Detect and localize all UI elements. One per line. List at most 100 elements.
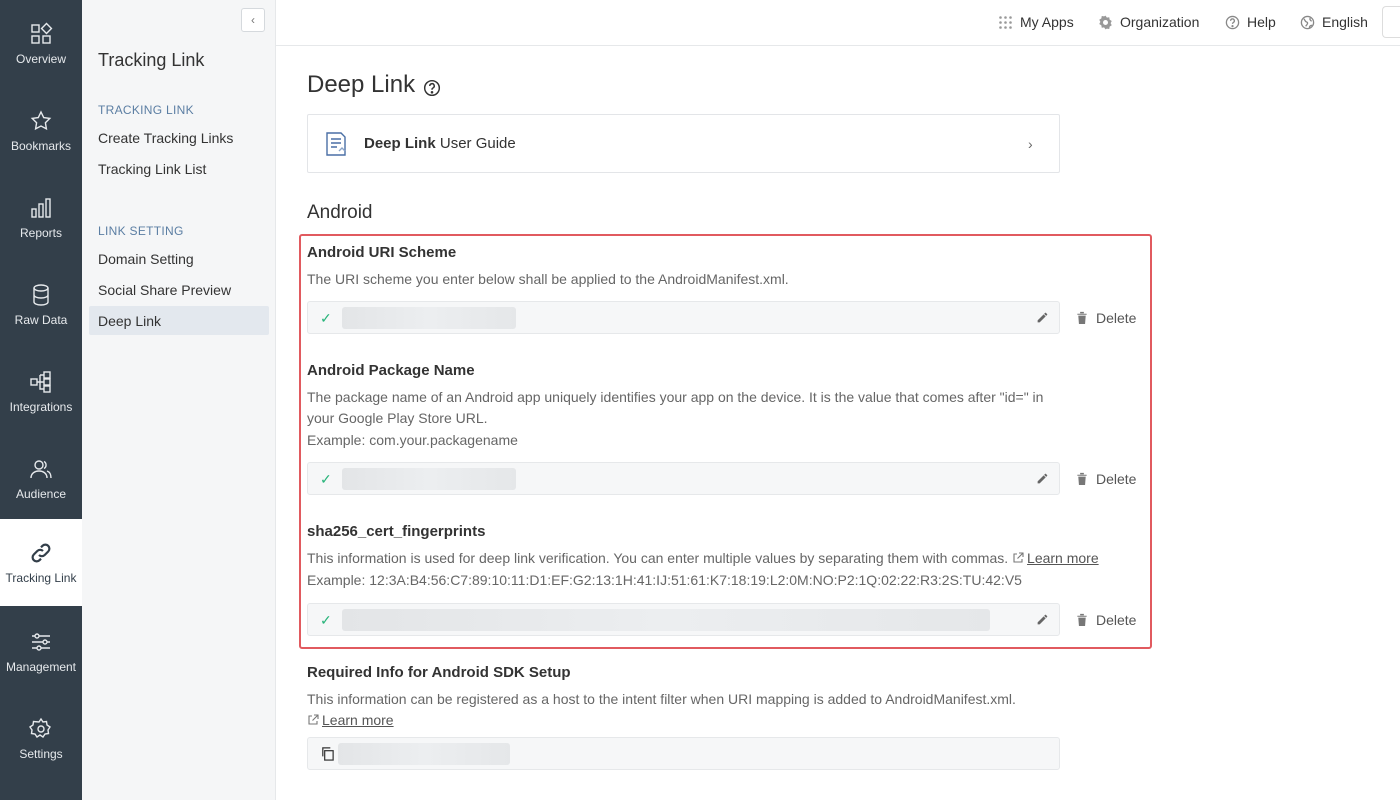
sdk-learn-more-link[interactable]: Learn more	[322, 712, 394, 728]
external-link-icon	[307, 711, 319, 725]
uri-scheme-label: Android URI Scheme	[307, 244, 457, 261]
rail-label: Bookmarks	[10, 138, 72, 153]
gear-icon	[1098, 15, 1113, 30]
package-name-description-2: your Google Play Store URL.	[307, 410, 488, 426]
uri-scheme-field[interactable]: ✓	[307, 301, 1060, 334]
question-circle-icon[interactable]	[423, 76, 441, 97]
icon-rail: Overview Bookmarks Reports Raw Data Inte…	[0, 0, 82, 800]
rail-item-tracking-link[interactable]: Tracking Link	[0, 519, 82, 606]
chevron-right-icon: ›	[1028, 136, 1033, 152]
rail-item-bookmarks[interactable]: Bookmarks	[0, 87, 82, 174]
my-apps-label: My Apps	[1020, 14, 1074, 30]
integrations-icon	[29, 370, 53, 394]
package-name-description-1: The package name of an Android app uniqu…	[307, 389, 1044, 405]
uri-scheme-description: The URI scheme you enter below shall be …	[307, 271, 789, 287]
redacted-value	[342, 468, 516, 490]
organization-button[interactable]: Organization	[1098, 0, 1199, 44]
link-icon	[29, 541, 53, 565]
rail-item-integrations[interactable]: Integrations	[0, 348, 82, 435]
gear-icon	[29, 717, 53, 741]
rail-item-reports[interactable]: Reports	[0, 174, 82, 261]
sdk-host-field[interactable]	[307, 737, 1060, 770]
globe-icon	[1300, 15, 1315, 30]
question-circle-icon	[1225, 15, 1240, 30]
sidebar-title: Tracking Link	[98, 50, 205, 70]
sdk-setup-label: Required Info for Android SDK Setup	[307, 664, 571, 681]
delete-sha256-button[interactable]: Delete	[1076, 603, 1136, 636]
copy-icon[interactable]	[320, 746, 335, 761]
sidebar-group-link-setting: LINK SETTING	[98, 224, 184, 238]
section-title-android: Android	[307, 202, 373, 223]
rail-label: Raw Data	[14, 312, 68, 327]
guide-bold-text: Deep Link	[364, 135, 436, 152]
rail-item-overview[interactable]: Overview	[0, 0, 82, 87]
rail-label: Integrations	[9, 399, 73, 414]
rail-label: Reports	[19, 225, 63, 240]
top-bar: My Apps Organization Help English	[276, 0, 1400, 46]
overview-icon	[29, 22, 53, 46]
page-title-text: Deep Link	[307, 71, 416, 98]
page-title: Deep Link	[307, 71, 441, 99]
redacted-value	[342, 609, 990, 631]
check-icon: ✓	[320, 310, 332, 326]
language-button[interactable]: English	[1300, 0, 1368, 44]
star-icon	[29, 109, 53, 133]
sdk-learn-more: Learn more	[307, 710, 394, 731]
my-apps-button[interactable]: My Apps	[998, 0, 1074, 44]
organization-label: Organization	[1120, 14, 1200, 30]
pencil-icon[interactable]	[1036, 311, 1049, 324]
rail-item-raw-data[interactable]: Raw Data	[0, 261, 82, 348]
delete-label: Delete	[1096, 309, 1137, 326]
rail-item-management[interactable]: Management	[0, 608, 82, 695]
delete-uri-scheme-button[interactable]: Delete	[1076, 301, 1136, 334]
sidebar-item-tracking-link-list[interactable]: Tracking Link List	[89, 154, 269, 183]
sidebar-group-tracking-link: TRACKING LINK	[98, 103, 194, 117]
sdk-setup-description: This information can be registered as a …	[307, 691, 1016, 707]
sha256-learn-more-link[interactable]: Learn more	[1027, 550, 1099, 566]
trash-icon	[1077, 472, 1087, 485]
language-label: English	[1322, 14, 1368, 30]
rail-label: Settings	[19, 746, 63, 761]
rail-label: Audience	[15, 486, 67, 501]
pencil-icon[interactable]	[1036, 613, 1049, 626]
sliders-icon	[29, 630, 53, 654]
rail-label: Management	[5, 659, 77, 674]
redacted-value	[342, 307, 516, 329]
sha256-field[interactable]: ✓	[307, 603, 1060, 636]
delete-label: Delete	[1096, 470, 1137, 487]
redacted-value	[338, 743, 510, 765]
sha256-label: sha256_cert_fingerprints	[307, 523, 486, 540]
sidebar-item-social-share-preview[interactable]: Social Share Preview	[89, 275, 269, 304]
search-button[interactable]	[1382, 6, 1400, 38]
delete-package-name-button[interactable]: Delete	[1076, 462, 1136, 495]
secondary-sidebar: ‹ Tracking Link TRACKING LINK Create Tra…	[82, 0, 276, 800]
document-icon	[324, 131, 348, 157]
external-link-icon	[1012, 549, 1024, 563]
sha256-description-text: This information is used for deep link v…	[307, 550, 1009, 566]
sha256-description: This information is used for deep link v…	[307, 548, 1099, 569]
guide-rest-text: User Guide	[435, 135, 516, 152]
sidebar-item-deep-link[interactable]: Deep Link	[89, 306, 269, 335]
database-icon	[29, 283, 53, 307]
rail-item-audience[interactable]: Audience	[0, 435, 82, 522]
bar-chart-icon	[29, 196, 53, 220]
package-name-field[interactable]: ✓	[307, 462, 1060, 495]
pencil-icon[interactable]	[1036, 472, 1049, 485]
rail-item-settings[interactable]: Settings	[0, 695, 82, 782]
users-icon	[29, 457, 53, 481]
delete-label: Delete	[1096, 611, 1137, 628]
help-label: Help	[1247, 14, 1276, 30]
sidebar-item-create-tracking-links[interactable]: Create Tracking Links	[89, 123, 269, 152]
sidebar-item-domain-setting[interactable]: Domain Setting	[89, 244, 269, 273]
check-icon: ✓	[320, 612, 332, 628]
chevron-left-icon: ‹	[251, 13, 255, 27]
user-guide-card[interactable]: Deep Link User Guide ›	[307, 114, 1060, 173]
package-name-example: Example: com.your.packagename	[307, 432, 518, 448]
help-button[interactable]: Help	[1225, 0, 1276, 44]
grid-icon	[998, 15, 1013, 30]
user-guide-title: Deep Link User Guide	[364, 135, 516, 152]
package-name-label: Android Package Name	[307, 362, 475, 379]
collapse-sidebar-button[interactable]: ‹	[241, 8, 265, 32]
trash-icon	[1077, 311, 1087, 324]
sha256-example: Example: 12:3A:B4:56:C7:89:10:11:D1:EF:G…	[307, 572, 1022, 588]
